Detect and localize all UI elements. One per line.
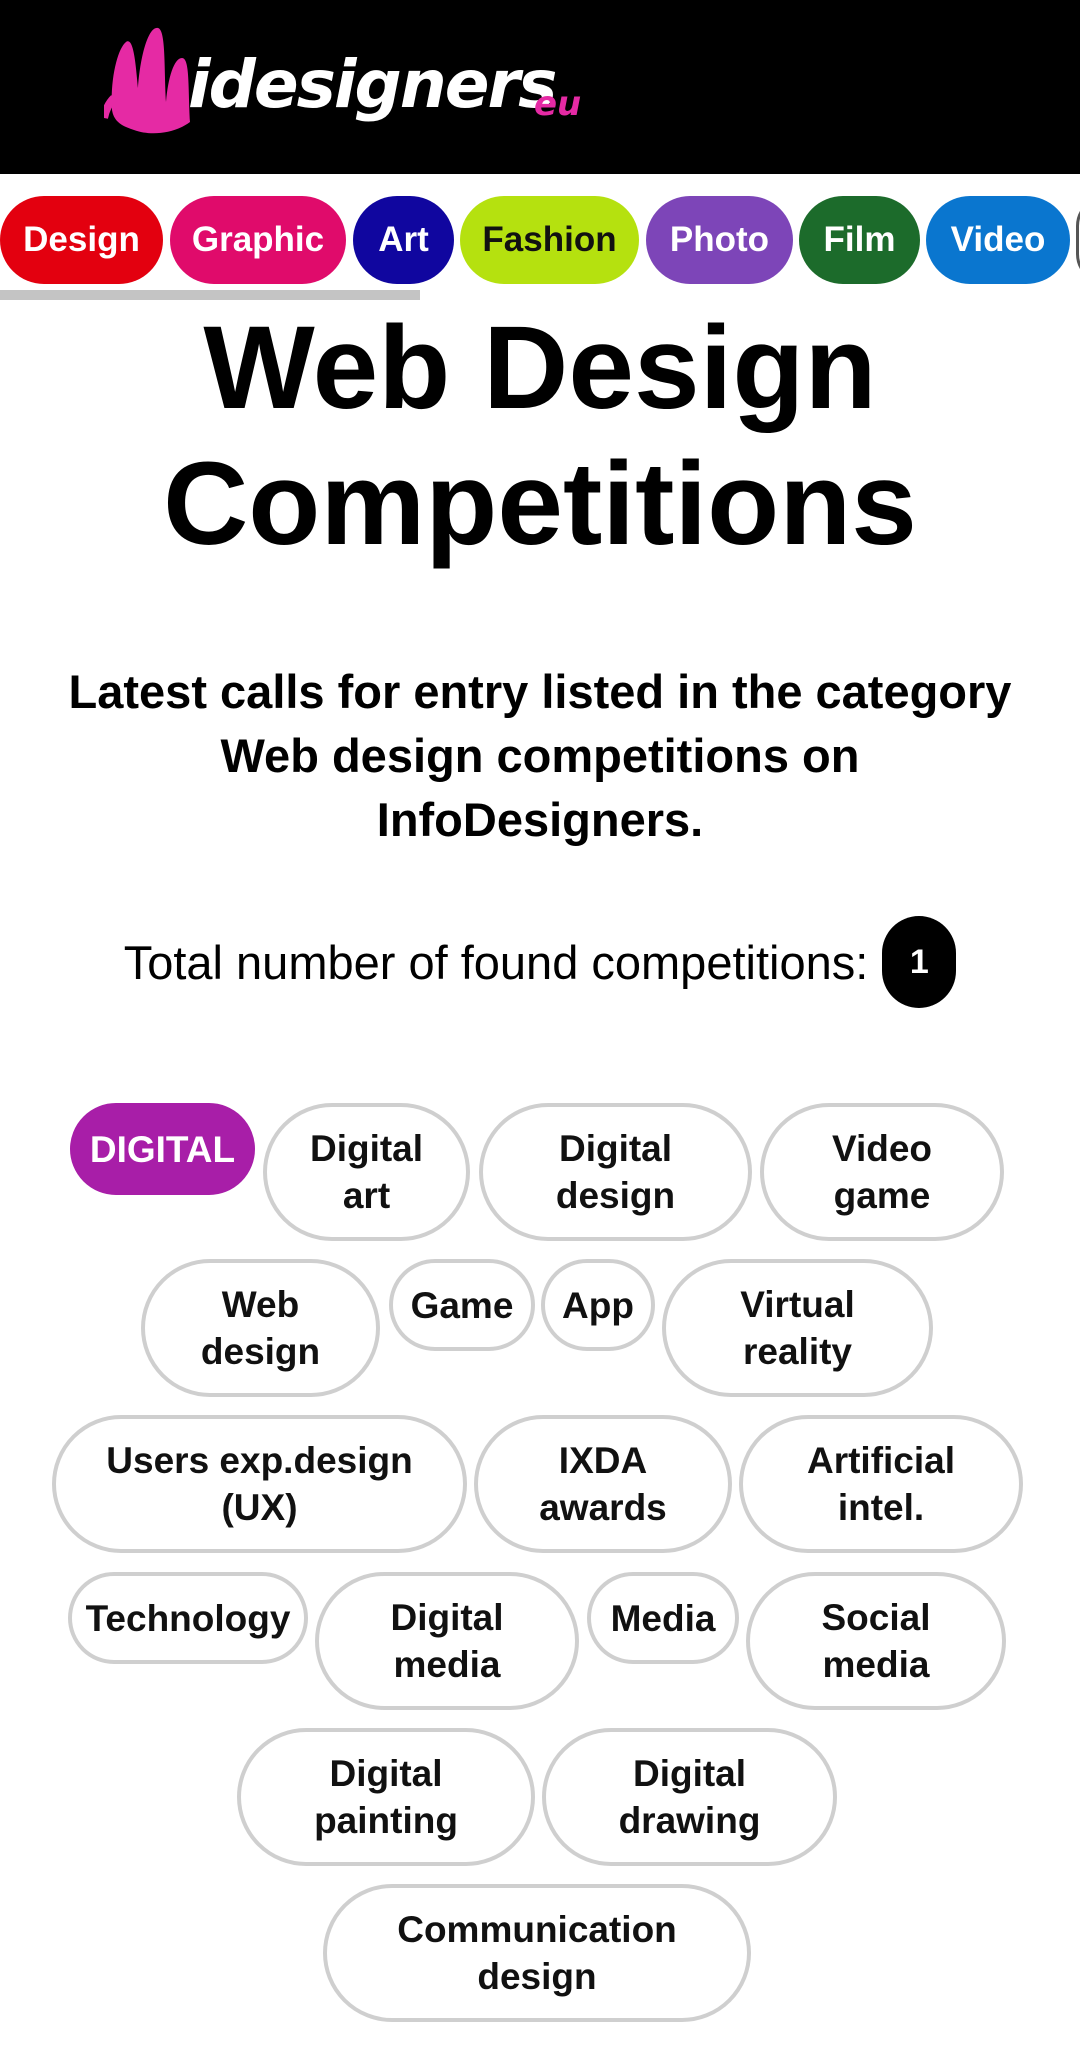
site-logo[interactable]: idesigners eu — [104, 18, 604, 138]
tag-social-media[interactable]: Social media — [746, 1572, 1006, 1710]
category-partial[interactable] — [1076, 196, 1080, 284]
tag-app[interactable]: App — [541, 1259, 655, 1351]
count-badge: 1 — [882, 916, 957, 1008]
category-nav: Design Graphic Art Fashion Photo Film Vi… — [0, 196, 1080, 286]
category-fashion[interactable]: Fashion — [460, 196, 639, 284]
category-video[interactable]: Video — [926, 196, 1070, 284]
category-graphic[interactable]: Graphic — [170, 196, 346, 284]
tag-digital-art[interactable]: Digital art — [263, 1103, 470, 1241]
tag-media[interactable]: Media — [587, 1572, 739, 1664]
category-photo[interactable]: Photo — [646, 196, 793, 284]
tag-communication-design[interactable]: Communication design — [323, 1884, 751, 2022]
tag-ux[interactable]: Users exp.design (UX) — [52, 1415, 467, 1553]
total-count-row: Total number of found competitions: 1 — [0, 914, 1080, 1010]
site-header: idesigners eu — [0, 0, 1080, 174]
tag-virtual-reality[interactable]: Virtual reality — [662, 1259, 933, 1397]
tag-video-game[interactable]: Video game — [760, 1103, 1004, 1241]
tag-artificial-intel[interactable]: Artificial intel. — [739, 1415, 1023, 1553]
tag-digital-design[interactable]: Digital design — [479, 1103, 752, 1241]
total-label: Total number of found competitions: — [123, 935, 869, 989]
page-title: Web Design Competitions — [0, 300, 1080, 572]
page-subtitle: Latest calls for entry listed in the cat… — [68, 665, 1012, 846]
category-scrollbar[interactable] — [0, 290, 420, 300]
logo-wordmark: idesigners — [188, 46, 557, 123]
tag-web-design[interactable]: Web design — [141, 1259, 380, 1397]
category-design[interactable]: Design — [0, 196, 163, 284]
tag-digital-drawing[interactable]: Digital drawing — [542, 1728, 837, 1866]
tag-technology[interactable]: Technology — [68, 1572, 308, 1664]
page-title-line2: Competitions — [163, 438, 917, 570]
tag-digital-media[interactable]: Digital media — [315, 1572, 579, 1710]
page-title-line1: Web Design — [203, 302, 877, 434]
tag-digital[interactable]: DIGITAL — [70, 1103, 255, 1195]
category-art[interactable]: Art — [353, 196, 454, 284]
tag-ixda-awards[interactable]: IXDA awards — [474, 1415, 732, 1553]
logo-suffix: eu — [534, 84, 582, 124]
tag-digital-painting[interactable]: Digital painting — [237, 1728, 535, 1866]
tag-game[interactable]: Game — [389, 1259, 535, 1351]
category-film[interactable]: Film — [799, 196, 920, 284]
